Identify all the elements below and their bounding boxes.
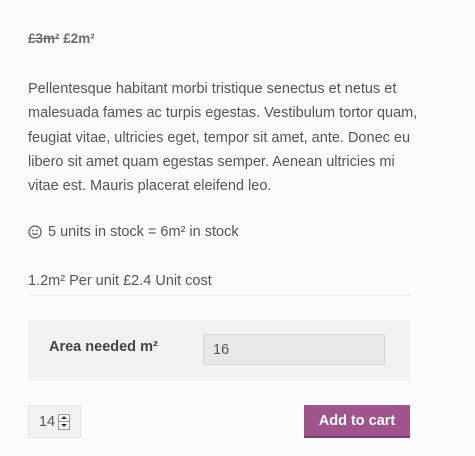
quantity-spinner[interactable] [58,413,71,430]
stock-text: 5 units in stock = 6m² in stock [48,224,239,240]
product-price: £3m² £2m² [28,31,95,46]
add-to-cart-button[interactable]: Add to cart [304,405,410,438]
area-needed-panel: Area needed m² [28,320,410,381]
new-price: £2m² [63,31,95,46]
product-description: Pellentesque habitant morbi tristique se… [28,81,418,195]
area-needed-label: Area needed m² [49,339,158,355]
stock-status: 5 units in stock = 6m² in stock [28,224,239,240]
unit-info: 1.2m² Per unit £2.4 Unit cost [28,273,212,289]
area-needed-input[interactable] [203,334,385,365]
quantity-stepper[interactable]: 14 [28,405,81,438]
divider [28,295,410,296]
quantity-value[interactable]: 14 [39,414,55,430]
decrement-arrow-icon[interactable] [59,421,70,429]
smiley-icon [28,225,42,239]
old-price: £3m² [28,31,60,46]
